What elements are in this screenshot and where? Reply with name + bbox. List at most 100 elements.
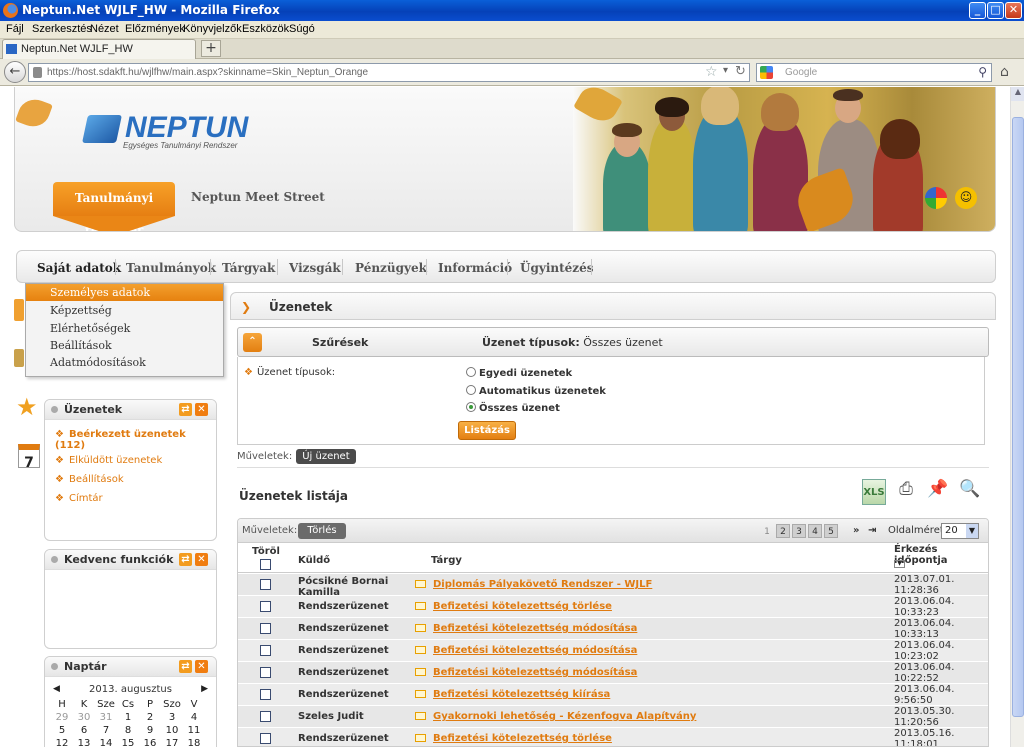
color-wheel-icon[interactable]	[925, 187, 947, 209]
pin-icon[interactable]: 📌	[926, 479, 950, 505]
menu-view[interactable]: Nézet	[90, 23, 119, 35]
table-row[interactable]: Pócsikné Bornai Kamilla Diplomás Pályaköv…	[238, 574, 988, 598]
calendar-day[interactable]: 6	[73, 725, 95, 736]
browser-tab[interactable]: Neptun.Net WJLF_HW	[2, 39, 196, 59]
calendar-day[interactable]: 18	[183, 738, 205, 747]
bookmark-star-icon[interactable]: ☆	[705, 64, 718, 80]
menu-penzugyek[interactable]: Pénzügyek	[355, 261, 427, 275]
row-checkbox[interactable]	[260, 645, 271, 656]
new-tab-button[interactable]: +	[201, 40, 221, 57]
calendar-day[interactable]: 5	[51, 725, 73, 736]
col-date[interactable]: Érkezés időpontja	[894, 544, 988, 566]
settings-link[interactable]: ❖ Beállítások	[55, 474, 124, 485]
radio-egyedi[interactable]: Egyedi üzenetek	[466, 367, 572, 379]
table-row[interactable]: Rendszerüzenet Befizetési kötelezettség …	[238, 662, 988, 684]
menu-tanulmanyok[interactable]: Tanulmányok	[126, 261, 216, 275]
close-icon[interactable]: ✕	[195, 553, 208, 566]
calendar-day[interactable]: 2	[139, 712, 161, 723]
meet-street-link[interactable]: Neptun Meet Street	[191, 190, 325, 204]
refresh-icon[interactable]: ⇄	[179, 660, 192, 673]
table-row[interactable]: Rendszerüzenet Befizetési kötelezettség …	[238, 596, 988, 618]
calendar-day[interactable]: 30	[73, 712, 95, 723]
tanulmanyi-rendszer-tab[interactable]: Tanulmányi rendszer	[53, 182, 189, 231]
url-bar[interactable]: https://host.sdakft.hu/wjlfhw/main.aspx?…	[28, 63, 750, 82]
minimize-button[interactable]: _	[969, 2, 986, 19]
radio-button[interactable]	[466, 367, 476, 377]
row-checkbox[interactable]	[260, 623, 271, 634]
table-row[interactable]: Rendszerüzenet Befizetési kötelezettség …	[238, 684, 988, 706]
row-checkbox[interactable]	[260, 667, 271, 678]
calendar-day[interactable]: 4	[183, 712, 205, 723]
next-month-icon[interactable]: ▶	[201, 684, 208, 694]
menu-ugyintezes[interactable]: Ügyintézés	[520, 261, 594, 275]
refresh-icon[interactable]: ⇄	[179, 403, 192, 416]
url-dropdown-icon[interactable]: ▾	[723, 65, 728, 76]
page-size-select[interactable]: 20 ▼	[941, 523, 979, 539]
menu-bookmarks[interactable]: Könyvjelzők	[183, 23, 242, 35]
calendar-day[interactable]: 14	[95, 738, 117, 747]
submenu-szemelyes-adatok[interactable]: Személyes adatok	[26, 284, 223, 301]
menu-tools[interactable]: Eszközök	[242, 23, 289, 35]
page-5[interactable]: 5	[824, 524, 838, 538]
scroll-up-icon[interactable]: ▲	[1011, 87, 1024, 101]
excel-export-icon[interactable]: XLS	[862, 479, 886, 505]
submenu-beallitasok[interactable]: Beállítások	[26, 337, 223, 354]
calendar-day[interactable]: 31	[95, 712, 117, 723]
print-icon[interactable]: ⎙	[894, 479, 918, 505]
menu-informacio[interactable]: Információ	[438, 261, 512, 275]
table-row[interactable]: Szeles Judit Gyakornoki lehetőség - Kéze…	[238, 706, 988, 728]
row-subject-link[interactable]: Gyakornoki lehetőség - Kézenfogva Alapít…	[433, 711, 696, 722]
menu-file[interactable]: Fájl	[6, 23, 24, 35]
side-icon-1[interactable]	[14, 299, 24, 321]
menu-sajat-adatok[interactable]: Saját adatok	[37, 261, 121, 275]
calendar-day[interactable]: 15	[117, 738, 139, 747]
maximize-button[interactable]: □	[987, 2, 1004, 19]
col-subject[interactable]: Tárgy	[431, 555, 462, 566]
radio-osszes[interactable]: Összes üzenet	[466, 402, 560, 414]
collapse-toggle-icon[interactable]: ⌃	[243, 333, 262, 352]
magnifier-icon[interactable]: 🔍	[958, 479, 982, 505]
calendar-day[interactable]: 11	[183, 725, 205, 736]
calendar-day[interactable]: 29	[51, 712, 73, 723]
submenu-adatmodositasok[interactable]: Adatmódosítások	[26, 354, 223, 371]
close-icon[interactable]: ✕	[195, 660, 208, 673]
row-subject-link[interactable]: Befizetési kötelezettség törlése	[433, 601, 612, 612]
accessibility-icon[interactable]: ☺	[955, 187, 977, 209]
row-subject-link[interactable]: Befizetési kötelezettség módosítása	[433, 667, 637, 678]
home-icon[interactable]: ⌂	[1000, 64, 1009, 80]
directory-link[interactable]: ❖ Címtár	[55, 493, 103, 504]
sent-link[interactable]: ❖ Elküldött üzenetek	[55, 455, 162, 466]
row-subject-link[interactable]: Befizetési kötelezettség módosítása	[433, 645, 637, 656]
page-1[interactable]: 1	[760, 524, 774, 538]
submenu-kepzettseg[interactable]: Képzettség	[26, 302, 223, 319]
menu-history[interactable]: Előzmények	[125, 23, 185, 35]
search-icon[interactable]: ⚲	[978, 65, 987, 79]
menu-help[interactable]: Súgó	[289, 23, 315, 35]
page-2[interactable]: 2	[776, 524, 790, 538]
calendar-day[interactable]: 17	[161, 738, 183, 747]
scroll-thumb[interactable]	[1012, 117, 1024, 717]
menu-vizsgak[interactable]: Vizsgák	[289, 261, 341, 275]
sort-icon[interactable]: ▼	[894, 560, 905, 568]
calendar-day[interactable]: 3	[161, 712, 183, 723]
search-bar[interactable]: Google ⚲	[756, 63, 992, 82]
col-sender[interactable]: Küldő	[298, 555, 330, 566]
list-button[interactable]: Listázás	[458, 421, 516, 440]
select-all-checkbox[interactable]	[260, 559, 271, 570]
next-page-icon[interactable]: »	[853, 524, 859, 538]
page-4[interactable]: 4	[808, 524, 822, 538]
row-subject-link[interactable]: Befizetési kötelezettség törlése	[433, 733, 612, 744]
delete-button[interactable]: Törlés	[298, 523, 346, 539]
last-page-icon[interactable]: ⇥	[868, 524, 876, 538]
row-checkbox[interactable]	[260, 689, 271, 700]
radio-button[interactable]	[466, 385, 476, 395]
row-checkbox[interactable]	[260, 579, 271, 590]
close-button[interactable]: ✕	[1005, 2, 1022, 19]
row-checkbox[interactable]	[260, 601, 271, 612]
calendar-day[interactable]: 9	[139, 725, 161, 736]
page-3[interactable]: 3	[792, 524, 806, 538]
row-checkbox[interactable]	[260, 711, 271, 722]
calendar-day[interactable]: 7	[95, 725, 117, 736]
menu-edit[interactable]: Szerkesztés	[32, 23, 92, 35]
row-subject-link[interactable]: Befizetési kötelezettség kiírása	[433, 689, 610, 700]
